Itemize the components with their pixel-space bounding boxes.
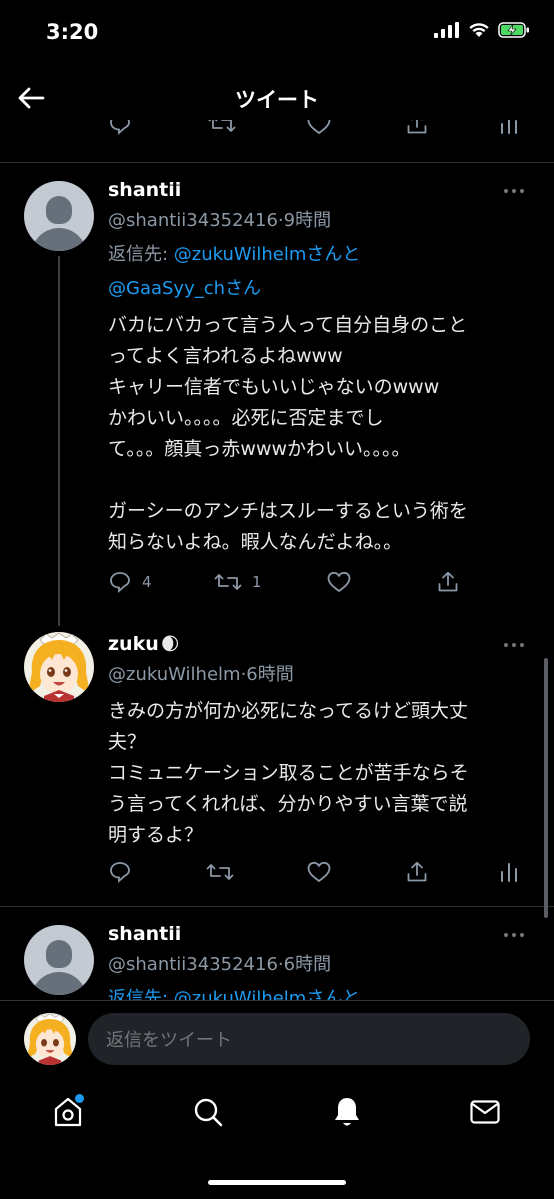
reply-icon xyxy=(110,572,130,594)
notification-dot xyxy=(75,1094,84,1103)
status-icons xyxy=(434,22,530,38)
bottom-tab-bar xyxy=(0,1080,554,1155)
tab-notifications[interactable] xyxy=(327,1092,367,1132)
timestamp: 6時間 xyxy=(283,954,332,975)
like-icon xyxy=(307,861,331,883)
reply-button[interactable] xyxy=(108,860,132,884)
avatar[interactable] xyxy=(24,181,94,251)
tweet[interactable]: zuku 🌒 @zukuWilhelm·6時間 きみの方が何か必死になってるけど… xyxy=(0,626,554,906)
retweet-icon xyxy=(206,864,234,880)
tweet-meta: @shantii34352416·9時間 xyxy=(108,210,332,231)
like-icon xyxy=(327,571,351,593)
anime-character-avatar xyxy=(24,632,94,702)
analytics-icon xyxy=(501,863,517,882)
avatar-body-shape xyxy=(31,972,87,995)
page-title: ツイート xyxy=(235,88,319,112)
like-button[interactable] xyxy=(326,570,352,594)
mention-link[interactable]: @GaaSyy_ch xyxy=(108,278,225,299)
avatar-head-shape xyxy=(46,940,72,968)
mention-link[interactable]: @zukuWilhelm xyxy=(174,244,307,265)
tweet-text: きみの方が何か必死になってるけど頭大丈 夫？ コミュニケーション取ることが苦手な… xyxy=(108,700,469,846)
status-time: 3:20 xyxy=(46,20,99,44)
avatar-head-shape xyxy=(46,196,72,224)
messages-mail-icon xyxy=(470,1100,500,1124)
analytics-icon[interactable] xyxy=(498,120,520,136)
reply-button[interactable]: 4 xyxy=(108,570,152,594)
battery-charging-icon xyxy=(498,22,529,38)
anime-character-avatar xyxy=(24,1013,76,1065)
tab-messages[interactable] xyxy=(465,1092,505,1132)
replying-to: 返信先: @zukuWilhelmさんと xyxy=(108,988,361,1000)
analytics-button[interactable] xyxy=(498,860,520,884)
previous-tweet-actions xyxy=(0,120,554,142)
retweet-icon xyxy=(214,574,242,590)
display-name[interactable]: zuku xyxy=(108,633,159,655)
avatar-body-shape xyxy=(31,228,87,251)
retweet-icon[interactable] xyxy=(208,120,236,136)
status-bar: 3:20 xyxy=(0,0,554,70)
tweet-actions: 4 1 xyxy=(108,570,528,600)
timestamp: 6時間 xyxy=(246,664,294,685)
tab-search[interactable] xyxy=(188,1092,228,1132)
reply-input[interactable]: 返信をツイート xyxy=(88,1013,530,1065)
retweet-count: 1 xyxy=(252,573,262,591)
share-icon[interactable] xyxy=(405,120,429,136)
tweet-actions xyxy=(108,860,528,890)
user-avatar[interactable] xyxy=(24,1013,76,1065)
reply-icon xyxy=(110,862,130,884)
search-icon xyxy=(194,1098,223,1127)
scrollbar[interactable] xyxy=(544,658,548,918)
wifi-icon xyxy=(469,23,489,37)
moon-emoji: 🌒 xyxy=(160,633,180,655)
tweet[interactable]: shantii @shantii34352416·9時間 返信先: @zukuW… xyxy=(0,176,554,626)
avatar[interactable] xyxy=(24,925,94,995)
reply-count: 4 xyxy=(142,573,152,591)
handle[interactable]: @shantii34352416 xyxy=(108,210,278,231)
like-button[interactable] xyxy=(306,860,332,884)
handle[interactable]: @shantii34352416 xyxy=(108,954,278,975)
avatar[interactable] xyxy=(24,632,94,702)
share-button[interactable] xyxy=(436,570,460,594)
tweet-meta: @zukuWilhelm·6時間 xyxy=(108,664,294,685)
timestamp: 9時間 xyxy=(283,210,332,231)
tab-home[interactable] xyxy=(48,1092,88,1132)
notifications-bell-icon xyxy=(335,1098,359,1126)
replying-to: 返信先: @zukuWilhelmさんと @GaaSyy_chさん xyxy=(108,244,361,299)
share-icon xyxy=(438,571,458,592)
divider xyxy=(0,162,554,163)
display-name[interactable]: shantii xyxy=(108,923,181,945)
signal-icon xyxy=(434,22,459,38)
divider xyxy=(0,906,554,907)
like-icon[interactable] xyxy=(306,120,332,136)
tweet[interactable]: shantii @shantii34352416·6時間 返信先: @zukuW… xyxy=(0,920,554,1000)
retweet-button[interactable]: 1 xyxy=(214,570,262,594)
tweet-meta: @shantii34352416·6時間 xyxy=(108,954,332,975)
reply-icon[interactable] xyxy=(108,120,132,136)
home-indicator[interactable] xyxy=(208,1180,346,1185)
retweet-button[interactable] xyxy=(206,860,234,884)
thread-line xyxy=(58,256,60,626)
handle[interactable]: @zukuWilhelm xyxy=(108,664,241,685)
share-button[interactable] xyxy=(405,860,429,884)
display-name[interactable]: shantii xyxy=(108,179,181,201)
share-icon xyxy=(407,861,427,882)
reply-composer: 返信をツイート xyxy=(0,1000,554,1080)
nav-header: ツイート xyxy=(0,70,554,126)
tweet-text: バカにバカって言う人って自分自身のこと ってよく言われるよねwww キャリー信者… xyxy=(108,314,468,553)
